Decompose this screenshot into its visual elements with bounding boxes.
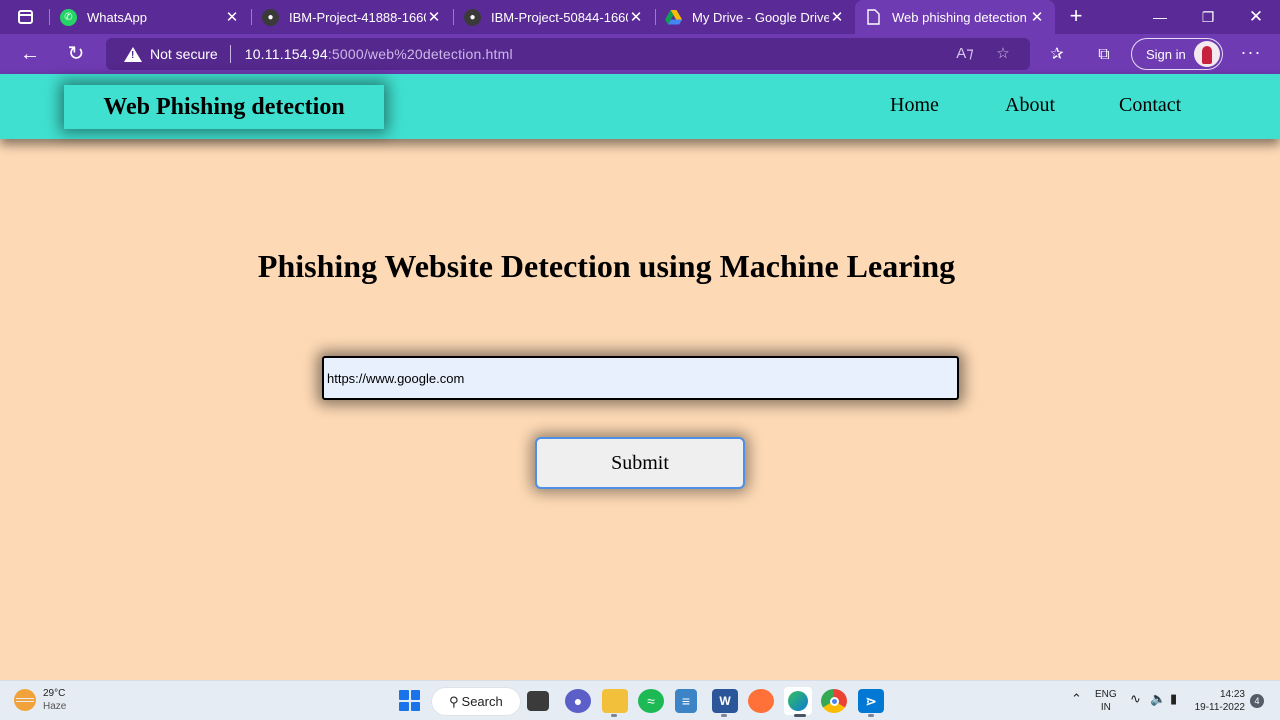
- close-tab-icon[interactable]: ✕: [1029, 8, 1045, 26]
- back-button[interactable]: ←: [15, 40, 45, 68]
- close-tab-icon[interactable]: ✕: [426, 8, 442, 26]
- address-divider: [229, 45, 231, 63]
- nav-contact-link[interactable]: Contact: [1119, 94, 1181, 117]
- google-drive-icon: [665, 9, 682, 26]
- tab-title: IBM-Project-50844-1660: [491, 9, 628, 25]
- collections-icon[interactable]: ⧉: [1092, 43, 1116, 67]
- address-bar[interactable]: Not secure 10.11.154.94:5000/web%20detec…: [106, 38, 1030, 70]
- url-input[interactable]: [322, 356, 959, 400]
- language-code: ENG: [1095, 689, 1117, 700]
- new-tab-button[interactable]: +: [1064, 4, 1088, 28]
- running-indicator: [721, 714, 727, 717]
- read-aloud-icon[interactable]: A⁊: [954, 43, 976, 65]
- site-brand[interactable]: Web Phishing detection: [64, 85, 384, 129]
- volume-icon[interactable]: 🔈: [1150, 691, 1166, 707]
- url-host: 10.11.154.94: [244, 46, 328, 62]
- site-header: Web Phishing detection Home About Contac…: [0, 74, 1280, 139]
- chat-icon[interactable]: ●: [565, 689, 591, 713]
- tab-ibm-project-41888[interactable]: ● IBM-Project-41888-1660 ✕: [252, 0, 452, 34]
- clock-time: 14:23: [1219, 689, 1245, 700]
- taskbar-search[interactable]: ⚲ Search: [432, 688, 520, 715]
- edge-icon[interactable]: [784, 687, 812, 715]
- nav-about-link[interactable]: About: [1005, 94, 1055, 117]
- tab-title: WhatsApp: [87, 9, 147, 25]
- region-code: IN: [1100, 702, 1111, 713]
- running-indicator: [868, 714, 874, 717]
- wifi-icon[interactable]: ∿: [1130, 691, 1141, 707]
- add-favorite-icon[interactable]: ☆: [992, 43, 1014, 65]
- language-indicator[interactable]: ENG IN: [1095, 688, 1117, 714]
- weather-widget[interactable]: 29°C Haze: [14, 687, 66, 713]
- search-label: Search: [461, 694, 503, 709]
- firefox-icon[interactable]: [748, 689, 774, 713]
- whatsapp-icon: ✆: [60, 8, 77, 26]
- sign-in-button[interactable]: Sign in: [1131, 38, 1223, 70]
- show-hidden-icons-chevron-icon[interactable]: ⌃: [1071, 691, 1082, 707]
- start-button[interactable]: [399, 690, 420, 711]
- nav-home-link[interactable]: Home: [890, 94, 939, 117]
- tab-ibm-project-50844[interactable]: ● IBM-Project-50844-1660 ✕: [454, 0, 654, 34]
- battery-icon[interactable]: ▮: [1170, 691, 1177, 707]
- sign-in-label: Sign in: [1146, 46, 1186, 62]
- warning-icon: [124, 46, 142, 62]
- refresh-button[interactable]: ↻: [61, 40, 91, 68]
- close-tab-icon[interactable]: ✕: [224, 8, 240, 26]
- taskbar: 29°C Haze ⚲ Search ● ≈ ≡ W ⋗ ⌃ ENG IN ∿ …: [0, 680, 1280, 720]
- weather-temperature: 29°C: [43, 688, 66, 699]
- tab-whatsapp[interactable]: ✆ WhatsApp ✕: [50, 0, 250, 34]
- url-text[interactable]: 10.11.154.94:5000/web%20detection.html: [245, 46, 513, 62]
- haze-weather-icon: [14, 689, 36, 711]
- task-view-icon[interactable]: [527, 691, 549, 711]
- favorites-icon[interactable]: ✰: [1045, 43, 1069, 67]
- search-icon: ⚲: [449, 693, 459, 709]
- chrome-icon[interactable]: [821, 689, 847, 713]
- page-headline: Phishing Website Detection using Machine…: [257, 248, 956, 284]
- close-tab-icon[interactable]: ✕: [829, 8, 845, 26]
- close-tab-icon[interactable]: ✕: [628, 8, 644, 26]
- vscode-icon[interactable]: ⋗: [858, 689, 884, 713]
- active-app-indicator: [794, 714, 806, 717]
- tab-title: Web phishing detection: [892, 9, 1027, 25]
- weather-text: 29°C Haze: [43, 687, 66, 713]
- submit-button[interactable]: Submit: [535, 437, 745, 489]
- restore-button[interactable]: ❐: [1184, 0, 1232, 34]
- clock-date: 19-11-2022: [1194, 702, 1245, 713]
- security-status[interactable]: Not secure: [150, 46, 218, 62]
- tab-actions-menu-button[interactable]: [10, 6, 40, 28]
- running-indicator: [611, 714, 617, 717]
- clock[interactable]: 14:23 19-11-2022: [1193, 688, 1245, 714]
- profile-avatar: [1194, 41, 1220, 67]
- spotify-icon[interactable]: ≈: [638, 689, 664, 713]
- file-explorer-icon[interactable]: [602, 689, 628, 713]
- tab-google-drive[interactable]: My Drive - Google Drive ✕: [655, 0, 855, 34]
- github-icon: ●: [464, 8, 481, 26]
- tab-title: IBM-Project-41888-1660: [289, 9, 426, 25]
- word-icon[interactable]: W: [712, 689, 738, 713]
- notification-badge[interactable]: 4: [1250, 694, 1264, 708]
- tab-title: My Drive - Google Drive: [692, 9, 829, 25]
- weather-condition: Haze: [43, 701, 67, 712]
- tab-web-phishing-detection[interactable]: Web phishing detection ✕: [855, 0, 1055, 34]
- notepad-icon[interactable]: ≡: [675, 689, 697, 713]
- close-window-button[interactable]: ✕: [1232, 0, 1280, 34]
- browser-tab-strip: ✆ WhatsApp ✕ ● IBM-Project-41888-1660 ✕ …: [0, 0, 1280, 34]
- minimize-button[interactable]: —: [1136, 0, 1184, 34]
- document-icon: [865, 9, 882, 26]
- browser-toolbar: ← ↻ Not secure 10.11.154.94:5000/web%20d…: [0, 34, 1280, 74]
- url-path: :5000/web%20detection.html: [327, 46, 513, 62]
- more-options-icon[interactable]: ···: [1238, 42, 1264, 66]
- tab-actions-icon: [17, 10, 33, 24]
- github-icon: ●: [262, 8, 279, 26]
